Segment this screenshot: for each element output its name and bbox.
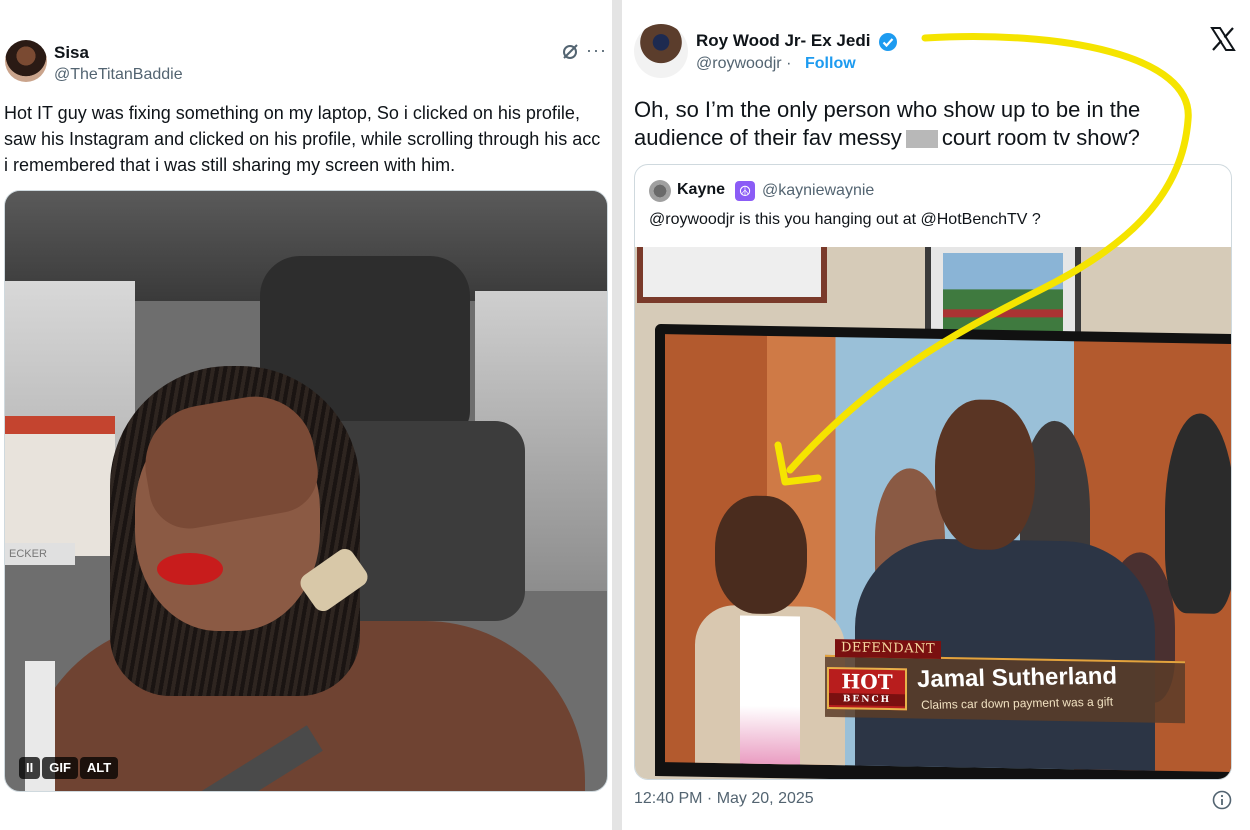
logo-hot: HOT (841, 669, 893, 695)
roy-wood-author-handle[interactable]: @roywoodjr · (696, 55, 791, 73)
man-left-shirt (740, 615, 800, 767)
censor-bar (905, 130, 938, 149)
cardboard-box (5, 416, 115, 556)
sisa-author-name[interactable]: Sisa (54, 43, 89, 63)
right-tweet: Roy Wood Jr- Ex Jedi @roywoodjr · Follow… (622, 0, 1250, 830)
tv-photo-media[interactable]: DEFENDANT HOT BENCH Jamal Sutherland Cla… (635, 247, 1231, 779)
roy-wood-tweet-text: Oh, so I’m the only person who show up t… (634, 96, 1194, 152)
panel-divider (612, 0, 622, 830)
hot-bench-logo: HOT BENCH (827, 666, 907, 711)
roy-wood-in-audience (695, 495, 845, 773)
quoted-tweet-text: @roywoodjr is this you hanging out at @H… (649, 211, 1041, 228)
defendant-name: Jamal Sutherland (916, 662, 1118, 694)
box-label: ECKER (5, 543, 75, 565)
sisa-avatar[interactable] (5, 40, 47, 82)
woman-lips (157, 553, 223, 585)
roy-wood-author-name[interactable]: Roy Wood Jr- Ex Jedi (696, 31, 870, 51)
quoted-tweet[interactable]: Kayne ☮ @kayniewaynie @roywoodjr is this… (634, 164, 1232, 780)
sisa-tweet-text: Hot IT guy was fixing something on my la… (4, 103, 601, 175)
alt-button[interactable]: ALT (79, 757, 119, 779)
gif-controls: II GIF ALT (19, 757, 119, 781)
handle-separator: · (786, 55, 792, 72)
man-right-head (935, 398, 1035, 551)
verified-badge-icon (879, 33, 897, 51)
tweet-text-part-2: court room tv show? (941, 125, 1140, 150)
roy-wood-handle-text[interactable]: @roywoodjr (696, 55, 782, 72)
tv-screen: DEFENDANT HOT BENCH Jamal Sutherland Cla… (665, 334, 1231, 773)
kayne-author-name[interactable]: Kayne (677, 181, 725, 199)
follow-button[interactable]: Follow (805, 55, 856, 73)
wall-frame-left (637, 247, 827, 303)
peace-emoji-icon: ☮ (735, 181, 755, 201)
pause-button[interactable]: II (19, 757, 41, 779)
kayne-author-handle[interactable]: @kayniewaynie (762, 182, 874, 200)
frame-artwork (943, 253, 1063, 333)
defendant-label: DEFENDANT (835, 639, 942, 659)
gif-badge: GIF (42, 757, 78, 779)
television: DEFENDANT HOT BENCH Jamal Sutherland Cla… (655, 323, 1231, 779)
tweet-timestamp[interactable]: 12:40 PM · May 20, 2025 (634, 790, 814, 808)
grok-icon[interactable] (560, 42, 580, 62)
info-icon[interactable] (1212, 790, 1232, 810)
kayne-avatar[interactable] (649, 180, 671, 202)
roy-wood-avatar[interactable] (634, 24, 688, 78)
x-logo-icon[interactable] (1210, 26, 1236, 52)
sisa-author-handle[interactable]: @TheTitanBaddie (54, 66, 183, 84)
logo-bench: BENCH (829, 692, 905, 707)
left-tweet: Sisa @TheTitanBaddie ··· Hot IT guy was … (0, 0, 612, 830)
car-gif-media[interactable]: ECKER II GIF ALT (4, 190, 608, 792)
man-left-head (715, 495, 807, 615)
more-icon[interactable]: ··· (586, 40, 607, 61)
